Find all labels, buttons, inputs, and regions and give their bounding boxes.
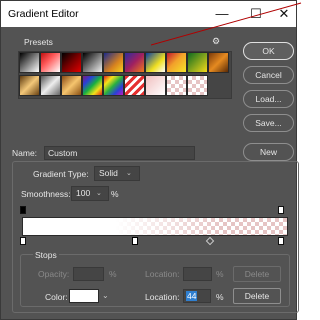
color-stop-left[interactable] bbox=[20, 237, 26, 245]
color-label: Color: bbox=[45, 292, 68, 302]
color-stop-selected[interactable] bbox=[132, 237, 138, 245]
name-field[interactable]: Custom bbox=[44, 146, 195, 160]
preset-swatch[interactable] bbox=[61, 52, 82, 73]
preset-swatch[interactable] bbox=[208, 52, 229, 73]
load-button[interactable]: Load... bbox=[243, 90, 294, 108]
stops-label: Stops bbox=[33, 250, 59, 260]
preset-swatch[interactable] bbox=[145, 52, 166, 73]
preset-swatch[interactable] bbox=[124, 52, 145, 73]
gradient-editor-window: Gradient Editor — ☐ ✕ Presets ⚙ OK Cance… bbox=[0, 0, 302, 320]
opacity-location-label: Location: bbox=[145, 269, 180, 279]
presets-label: Presets bbox=[24, 37, 53, 47]
color-location-value: 44 bbox=[186, 291, 198, 301]
preset-grid bbox=[18, 51, 232, 99]
title-bar: Gradient Editor — ☐ ✕ bbox=[1, 1, 296, 27]
color-stop-right[interactable] bbox=[278, 237, 284, 245]
smoothness-unit: % bbox=[111, 189, 119, 199]
preset-swatch[interactable] bbox=[166, 75, 187, 96]
color-location-label: Location: bbox=[145, 292, 180, 302]
smoothness-label: Smoothness: bbox=[21, 189, 71, 199]
opacity-field[interactable] bbox=[73, 267, 104, 281]
preset-swatch[interactable] bbox=[166, 52, 187, 73]
opacity-location-field[interactable] bbox=[183, 267, 212, 281]
preset-swatch[interactable] bbox=[187, 52, 208, 73]
maximize-icon[interactable]: ☐ bbox=[245, 5, 267, 23]
preset-swatch[interactable] bbox=[187, 75, 208, 96]
preset-swatch[interactable] bbox=[82, 75, 103, 96]
cancel-button[interactable]: Cancel bbox=[243, 66, 294, 84]
preset-swatch[interactable] bbox=[103, 75, 124, 96]
color-location-unit: % bbox=[216, 292, 224, 302]
color-location-field[interactable]: 44 bbox=[183, 289, 211, 303]
ok-button[interactable]: OK bbox=[243, 42, 294, 60]
preset-swatch[interactable] bbox=[19, 75, 40, 96]
preset-swatch[interactable] bbox=[124, 75, 145, 96]
preset-swatch[interactable] bbox=[40, 75, 61, 96]
chevron-down-icon: ⌄ bbox=[96, 190, 102, 197]
preset-swatch[interactable] bbox=[40, 52, 61, 73]
opacity-stop-left[interactable] bbox=[20, 206, 26, 214]
preset-swatch[interactable] bbox=[103, 52, 124, 73]
gradient-type-label: Gradient Type: bbox=[33, 169, 89, 179]
smoothness-value: 100 bbox=[76, 188, 91, 198]
opacity-unit: % bbox=[109, 269, 117, 279]
gear-icon[interactable]: ⚙ bbox=[212, 36, 220, 47]
new-button[interactable]: New bbox=[243, 143, 294, 161]
name-label: Name: bbox=[12, 148, 38, 158]
minimize-icon[interactable]: — bbox=[211, 5, 233, 23]
opacity-label: Opacity: bbox=[38, 269, 70, 279]
gradient-type-value: Solid bbox=[99, 168, 118, 178]
chevron-down-icon[interactable]: ⌄ bbox=[102, 291, 109, 300]
delete-color-stop-button[interactable]: Delete bbox=[233, 288, 281, 304]
delete-opacity-stop-button[interactable]: Delete bbox=[233, 266, 281, 282]
gradient-type-select[interactable]: Solid ⌄ bbox=[94, 166, 140, 181]
preset-swatch[interactable] bbox=[61, 75, 82, 96]
chevron-down-icon: ⌄ bbox=[126, 170, 132, 177]
preset-swatch[interactable] bbox=[145, 75, 166, 96]
save-button[interactable]: Save... bbox=[243, 114, 294, 132]
preset-swatch[interactable] bbox=[19, 52, 40, 73]
opacity-location-unit: % bbox=[216, 269, 224, 279]
close-icon[interactable]: ✕ bbox=[273, 5, 295, 23]
gradient-bar[interactable] bbox=[22, 217, 288, 236]
smoothness-select[interactable]: 100 ⌄ bbox=[71, 186, 109, 201]
presets-panel: Presets ⚙ bbox=[12, 36, 233, 99]
window-title: Gradient Editor bbox=[8, 8, 79, 20]
color-swatch[interactable] bbox=[69, 289, 99, 303]
preset-swatch[interactable] bbox=[82, 52, 103, 73]
opacity-stop-right[interactable] bbox=[278, 206, 284, 214]
